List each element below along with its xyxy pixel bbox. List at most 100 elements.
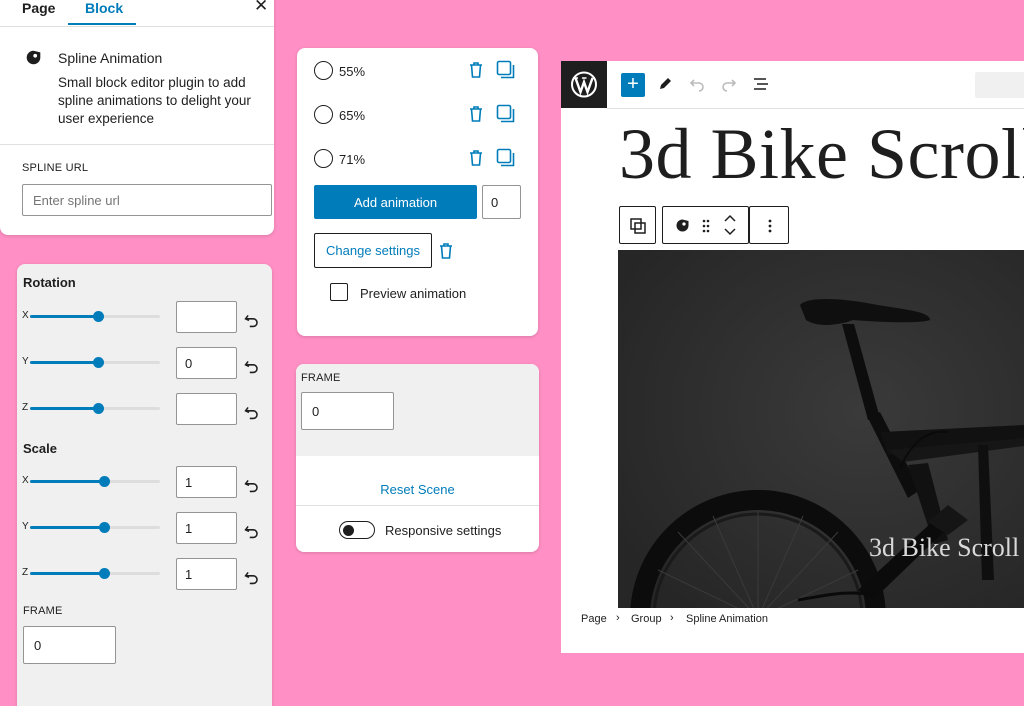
list-view-icon[interactable]: [752, 75, 770, 93]
reset-scene-button[interactable]: Reset Scene: [296, 482, 539, 497]
slider-handle[interactable]: [99, 522, 110, 533]
more-vertical-icon: [768, 219, 772, 233]
frame-input[interactable]: [23, 626, 116, 664]
spline-icon[interactable]: [675, 218, 690, 233]
divider: [607, 108, 1024, 109]
trash-icon[interactable]: [468, 149, 484, 167]
rotation-z-slider[interactable]: [30, 403, 160, 414]
divider: [0, 26, 274, 27]
scale-x-input[interactable]: [176, 466, 237, 498]
scale-heading: Scale: [23, 441, 57, 456]
page-heading[interactable]: 3d Bike Scroll: [619, 113, 1024, 196]
breadcrumb-item-group[interactable]: Group: [631, 613, 662, 625]
scene-overlay-text: 3d Bike Scroll: [869, 533, 1020, 562]
rotation-x-input[interactable]: [176, 301, 237, 333]
trash-icon[interactable]: [468, 61, 484, 79]
reset-icon[interactable]: [243, 404, 260, 421]
responsive-settings-toggle[interactable]: [339, 521, 375, 539]
scale-y-slider[interactable]: [30, 522, 160, 533]
reset-icon[interactable]: [243, 569, 260, 586]
block-toolbar: [662, 206, 749, 244]
block-sidebar-panel: Page Block ✕ Spline Animation Small bloc…: [0, 0, 274, 235]
slider-handle[interactable]: [93, 403, 104, 414]
axis-label: X: [22, 475, 29, 486]
move-down-icon[interactable]: [723, 227, 737, 237]
rotation-heading: Rotation: [23, 275, 76, 290]
slider-handle[interactable]: [99, 568, 110, 579]
block-editor: + 3d Bike Scroll 3d Bike Scroll Page › G…: [561, 61, 1024, 653]
add-animation-button[interactable]: Add animation: [314, 185, 477, 219]
rotation-x-slider[interactable]: [30, 311, 160, 322]
pencil-icon[interactable]: [656, 75, 674, 93]
toolbar-right-area[interactable]: [975, 72, 1024, 98]
slider-handle[interactable]: [99, 476, 110, 487]
scale-x-slider[interactable]: [30, 476, 160, 487]
axis-label: Y: [22, 356, 29, 367]
responsive-settings-label: Responsive settings: [385, 523, 502, 538]
reset-icon[interactable]: [243, 312, 260, 329]
spline-url-input[interactable]: [22, 184, 272, 216]
keyframe-radio[interactable]: [314, 149, 333, 168]
duplicate-icon[interactable]: [496, 148, 515, 167]
redo-icon[interactable]: [720, 75, 738, 93]
breadcrumb-item-page[interactable]: Page: [581, 613, 607, 625]
breadcrumb-separator: ›: [670, 612, 674, 624]
move-up-icon[interactable]: [723, 213, 737, 223]
scene-panel: FRAME Reset Scene Responsive settings: [296, 364, 539, 552]
breadcrumb: Page › Group › Spline Animation: [561, 608, 1024, 630]
divider: [296, 505, 539, 506]
breadcrumb-item-spline-animation[interactable]: Spline Animation: [686, 613, 768, 625]
reset-icon[interactable]: [243, 477, 260, 494]
sidebar-tabs: Page Block ✕: [0, 0, 274, 26]
duplicate-icon[interactable]: [496, 60, 515, 79]
change-settings-button[interactable]: Change settings: [314, 233, 432, 268]
reset-icon[interactable]: [243, 523, 260, 540]
block-options-button[interactable]: [749, 206, 789, 244]
spline-icon: [26, 50, 41, 65]
keyframes-panel: 55% 65% 71% Add animation Change setting…: [297, 48, 538, 336]
axis-label: Z: [22, 402, 29, 413]
scale-z-input[interactable]: [176, 558, 237, 590]
slider-handle[interactable]: [93, 311, 104, 322]
spline-url-label: SPLINE URL: [22, 162, 89, 174]
undo-icon[interactable]: [688, 75, 706, 93]
block-description: Small block editor plugin to add spline …: [58, 75, 251, 126]
tab-page[interactable]: Page: [22, 0, 55, 16]
preview-animation-checkbox[interactable]: [330, 283, 348, 301]
spline-scene-canvas[interactable]: 3d Bike Scroll: [618, 250, 1024, 608]
reset-icon[interactable]: [243, 358, 260, 375]
frame-label: FRAME: [23, 605, 63, 617]
scale-z-slider[interactable]: [30, 568, 160, 579]
keyframe-radio[interactable]: [314, 105, 333, 124]
active-tab-indicator: [68, 23, 136, 25]
trash-icon[interactable]: [438, 242, 454, 260]
axis-label: Y: [22, 521, 29, 532]
axis-label: X: [22, 310, 29, 321]
axis-label: Z: [22, 567, 29, 578]
rotation-z-input[interactable]: [176, 393, 237, 425]
group-icon: [630, 218, 646, 234]
close-icon[interactable]: ✕: [254, 0, 268, 16]
wordpress-logo[interactable]: [561, 61, 607, 108]
keyframe-label: 65%: [339, 108, 366, 123]
divider: [0, 144, 274, 145]
block-parent-selector[interactable]: [619, 206, 656, 244]
tab-block[interactable]: Block: [85, 0, 123, 16]
add-animation-value-input[interactable]: [482, 185, 521, 219]
keyframe-radio[interactable]: [314, 61, 333, 80]
slider-handle[interactable]: [93, 357, 104, 368]
rotation-y-input[interactable]: [176, 347, 237, 379]
wordpress-icon: [571, 71, 597, 98]
scene-frame-input[interactable]: [301, 392, 394, 430]
keyframe-label: 71%: [339, 152, 366, 167]
drag-handle-icon[interactable]: [701, 218, 711, 234]
frame-section: FRAME: [296, 364, 539, 456]
rotation-y-slider[interactable]: [30, 357, 160, 368]
block-title: Spline Animation: [58, 50, 163, 66]
transform-panel: Rotation X Y Z Scale X Y: [17, 264, 272, 706]
scale-y-input[interactable]: [176, 512, 237, 544]
add-block-button[interactable]: +: [621, 73, 645, 97]
trash-icon[interactable]: [468, 105, 484, 123]
frame-label: FRAME: [301, 372, 341, 384]
duplicate-icon[interactable]: [496, 104, 515, 123]
